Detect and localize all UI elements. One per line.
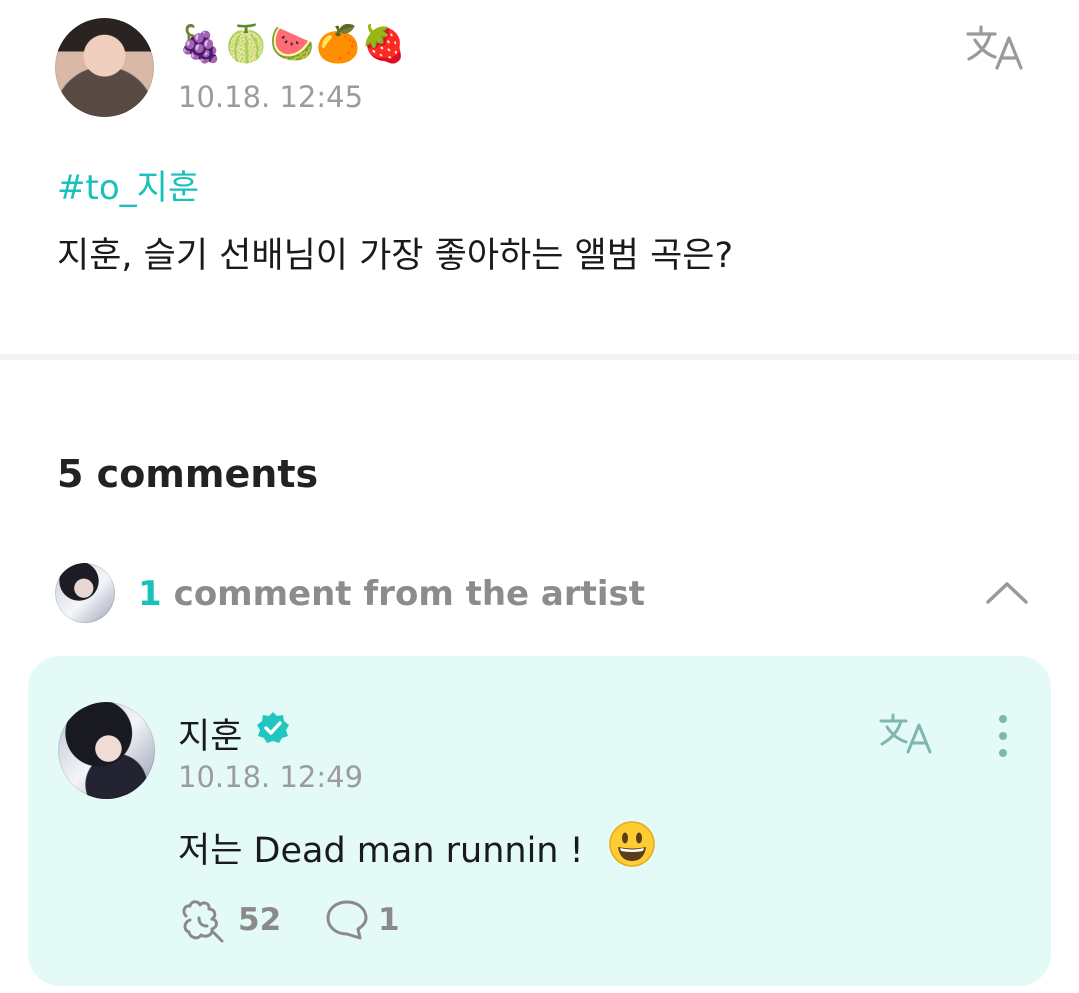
artist-comment-count: 1 [138,574,162,614]
reply-count: 1 [378,902,400,938]
commenter-name[interactable]: 지훈 [178,708,242,759]
more-options-icon[interactable] [992,712,1014,760]
translate-icon[interactable] [965,24,1025,70]
like-icon[interactable] [178,898,226,944]
artist-comment-summary[interactable]: 1 comment from the artist [138,574,645,614]
like-count: 52 [238,902,282,938]
comment-text: 저는 Dead man runnin ! [178,831,584,871]
comment-timestamp: 10.18. 12:49 [178,760,364,794]
comment-translate-icon[interactable] [878,712,934,754]
artist-comment-label: comment from the artist [173,574,646,614]
post-timestamp: 10.18. 12:45 [178,80,364,114]
artist-avatar-small [55,563,115,623]
reply-icon[interactable] [324,898,370,942]
post-author-avatar[interactable] [55,18,154,117]
post-author-name[interactable]: 🍇🍈🍉🍊🍓 [178,22,407,68]
post-hashtag[interactable]: #to_지훈 [57,160,199,209]
verified-badge-icon [257,712,289,743]
commenter-avatar[interactable] [58,702,155,799]
grinning-face-emoji [609,821,655,867]
comments-count-heading: 5 comments [57,452,319,496]
post-body-text: 지훈, 슬기 선배님이 가장 좋아하는 앨범 곡은? [57,236,734,276]
section-divider [0,354,1079,360]
chevron-up-icon[interactable] [984,578,1030,606]
